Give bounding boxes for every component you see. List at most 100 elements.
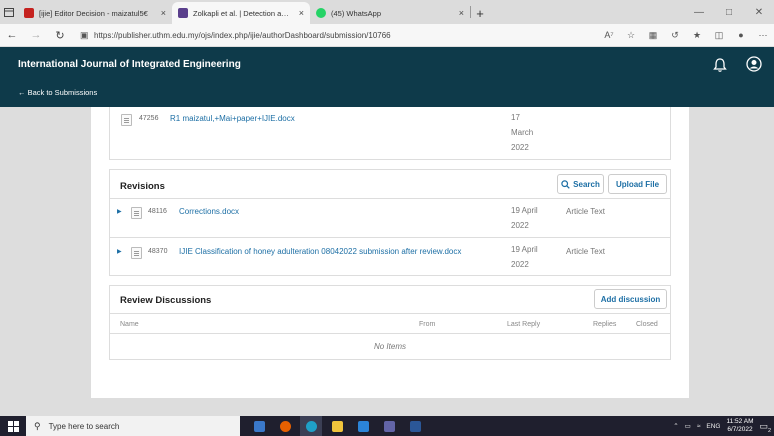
favorites-icon[interactable]: ★ <box>686 30 708 41</box>
whatsapp-favicon-icon <box>316 8 326 18</box>
document-icon <box>121 114 132 126</box>
notification-bell-icon[interactable] <box>712 57 728 73</box>
profile-icon[interactable]: ● <box>730 30 752 41</box>
battery-icon[interactable]: ▭ <box>685 422 691 430</box>
divider <box>110 333 670 334</box>
taskbar-search-placeholder: Type here to search <box>48 421 120 431</box>
search-button[interactable]: Search <box>557 174 604 194</box>
browser-tab-zolkapli[interactable]: Zolkapli et al. | Detection and Cla × <box>172 2 310 24</box>
minimize-icon[interactable]: — <box>684 0 714 24</box>
collections-icon[interactable]: ◫ <box>708 30 730 41</box>
word-icon[interactable] <box>404 416 426 436</box>
tab-title: Zolkapli et al. | Detection and Cla <box>193 8 293 18</box>
new-tab-button[interactable]: + <box>471 2 489 24</box>
file-date: 19 April 2022 <box>511 203 538 233</box>
add-favorite-icon[interactable]: ☆ <box>620 30 642 41</box>
upload-file-button[interactable]: Upload File <box>608 174 667 194</box>
read-aloud-icon[interactable]: A⁷ <box>598 30 620 41</box>
browser-tab-strip: [ijie] Editor Decision - maizatul5€ × Zo… <box>0 0 774 24</box>
revision-file-row: ▶ 48370 IJIE Classification of honey adu… <box>110 238 670 276</box>
document-icon <box>131 247 142 259</box>
document-icon <box>131 207 142 219</box>
empty-state-text: No Items <box>373 342 406 351</box>
taskbar-apps <box>248 416 426 436</box>
file-type: Article Text <box>566 207 605 216</box>
file-date-line: 17 <box>511 113 520 122</box>
file-link[interactable]: R1 maizatul,+Mai+paper+IJIE.docx <box>170 114 295 123</box>
close-window-icon[interactable]: ✕ <box>744 0 774 24</box>
refresh-icon[interactable]: ↻ <box>48 29 72 42</box>
notification-center-icon[interactable]: ▭ 2 <box>759 421 771 434</box>
taskbar-search-box[interactable]: ⚲ Type here to search <box>26 416 240 436</box>
file-row: 47256 R1 maizatul,+Mai+paper+IJIE.docx 1… <box>110 107 670 160</box>
extension-icon[interactable]: ▦ <box>642 30 664 41</box>
file-id: 48370 <box>148 248 168 255</box>
expand-caret-icon[interactable]: ▶ <box>117 248 122 255</box>
file-link[interactable]: IJIE Classification of honey adulteratio… <box>179 247 461 256</box>
more-menu-icon[interactable]: ⋯ <box>752 30 774 41</box>
firefox-icon[interactable] <box>274 416 296 436</box>
sync-icon[interactable]: ↺ <box>664 30 686 41</box>
url-text[interactable]: https://publisher.uthm.edu.my/ojs/index.… <box>94 31 391 40</box>
file-date-line: March <box>511 128 534 137</box>
file-date: 19 April 2022 <box>511 242 538 272</box>
task-view-icon[interactable] <box>248 416 270 436</box>
column-header-replies: Replies <box>593 321 617 328</box>
file-date-line: 2022 <box>511 143 529 152</box>
file-explorer-icon[interactable] <box>326 416 348 436</box>
back-arrow-icon[interactable]: ← <box>0 29 24 41</box>
search-icon <box>561 179 570 189</box>
journal-title[interactable]: International Journal of Integrated Engi… <box>18 59 241 70</box>
maximize-icon[interactable]: □ <box>714 0 744 24</box>
back-to-submissions-link[interactable]: ← Back to Submissions <box>18 88 97 97</box>
close-tab-icon[interactable]: × <box>161 8 166 18</box>
window-controls: — □ ✕ <box>684 0 774 24</box>
revisions-card: Revisions Search Upload File ▶ 48116 Cor… <box>109 169 671 276</box>
add-discussion-button[interactable]: Add discussion <box>594 289 667 309</box>
file-id: 47256 <box>139 115 159 122</box>
file-date-line: 19 April <box>511 245 538 254</box>
clock[interactable]: 11:52 AM 6/7/2022 <box>727 418 754 434</box>
clock-time: 11:52 AM <box>726 418 754 425</box>
edge-icon[interactable] <box>300 416 322 436</box>
user-account-icon[interactable] <box>746 56 762 72</box>
revision-file-row: ▶ 48116 Corrections.docx 19 April 2022 A… <box>110 199 670 237</box>
network-icon[interactable]: ≈ <box>697 423 701 430</box>
file-type: Article Text <box>566 247 605 256</box>
mail-icon[interactable] <box>352 416 374 436</box>
browser-toolbar: ← → ↻ ▣ https://publisher.uthm.edu.my/oj… <box>0 24 774 47</box>
review-discussions-title: Review Discussions <box>120 295 212 306</box>
search-icon: ⚲ <box>34 420 41 431</box>
divider <box>110 313 670 314</box>
teams-icon[interactable] <box>378 416 400 436</box>
submission-panel: 47256 R1 maizatul,+Mai+paper+IJIE.docx 1… <box>91 107 689 398</box>
tab-title: [ijie] Editor Decision - maizatul5€ <box>39 8 148 18</box>
expand-caret-icon[interactable]: ▶ <box>117 208 122 215</box>
lock-icon: ▣ <box>80 29 89 40</box>
address-bar[interactable]: ▣ https://publisher.uthm.edu.my/ojs/inde… <box>80 26 598 45</box>
ojs-favicon-icon <box>178 8 188 18</box>
toolbar-icons: A⁷ ☆ ▦ ↺ ★ ◫ ● ⋯ <box>598 30 774 41</box>
notification-count: 2 <box>767 427 771 434</box>
windows-taskbar: ⚲ Type here to search ⌃ ▭ ≈ ENG 11:52 AM… <box>0 416 774 436</box>
tab-actions-icon[interactable] <box>0 0 18 24</box>
file-id: 48116 <box>148 208 167 215</box>
windows-start-icon[interactable] <box>0 420 26 432</box>
close-tab-icon[interactable]: × <box>459 8 464 18</box>
search-button-label: Search <box>573 179 600 189</box>
close-tab-icon[interactable]: × <box>299 8 304 18</box>
file-link[interactable]: Corrections.docx <box>179 207 239 216</box>
gmail-favicon-icon <box>24 8 34 18</box>
browser-tab-editor-decision[interactable]: [ijie] Editor Decision - maizatul5€ × <box>18 2 172 24</box>
language-indicator[interactable]: ENG <box>706 423 720 430</box>
revisions-title: Revisions <box>120 181 165 192</box>
site-header: International Journal of Integrated Engi… <box>0 47 774 107</box>
column-header-name: Name <box>120 321 139 328</box>
forward-arrow-icon[interactable]: → <box>24 29 48 41</box>
browser-tab-whatsapp[interactable]: (45) WhatsApp × <box>310 2 470 24</box>
file-date-line: 2022 <box>511 221 529 230</box>
chevron-up-icon[interactable]: ⌃ <box>673 422 678 430</box>
file-date: 17 March 2022 <box>511 110 533 155</box>
file-date-line: 2022 <box>511 260 529 269</box>
column-header-closed: Closed <box>636 321 658 328</box>
